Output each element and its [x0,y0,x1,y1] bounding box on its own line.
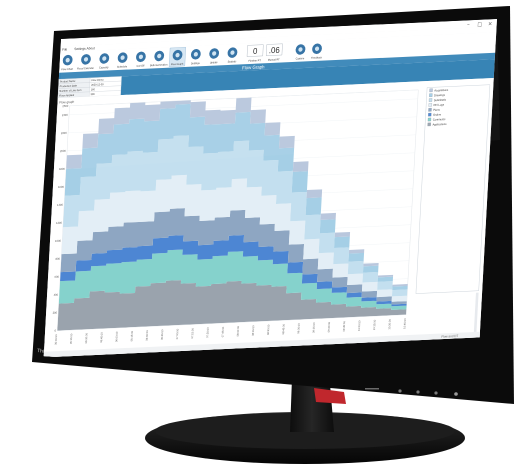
x-tick-label: 09:30:00 [327,321,331,332]
x-tick-label: 08:45:00 [281,323,285,334]
x-tick-label: 08:00:00 [236,325,240,336]
stand-red-accent [314,388,346,404]
x-tick-label: 09:45:00 [342,321,346,332]
x-tick-label: 10:15:00 [372,319,376,330]
x-tick-label: 05:30:00 [84,332,88,343]
y-tick-label: 1200 [56,221,62,225]
x-tick-label: 06:45:00 [160,329,164,340]
x-tick-label: 10:30:00 [387,318,391,329]
x-tick-label: 10:45:00 [402,318,406,329]
x-tick-label: 06:30:00 [145,330,149,341]
x-tick-label: 05:00:00 [54,334,58,345]
y-tick-label: 1400 [57,203,63,207]
x-tick-label: 08:30:00 [266,324,270,335]
x-tick-label: 07:30:00 [205,327,209,338]
x-tick-label: 07:45:00 [220,326,224,337]
x-tick-label: 07:00:00 [175,328,179,339]
x-tick-label: 05:15:00 [69,333,73,344]
x-tick-label: 07:15:00 [190,327,194,338]
status-text: Flow and DT [441,334,458,339]
x-tick-label: 05:45:00 [99,332,103,343]
x-tick-label: 08:15:00 [251,325,255,336]
y-tick-label: 1000 [55,239,61,243]
y-tick-label: 800 [55,257,60,261]
x-tick-label: 09:00:00 [296,323,300,334]
y-tick-label: 1600 [58,185,64,189]
x-tick-label: 06:15:00 [129,330,133,341]
y-tick-label: 200 [53,310,58,314]
x-tick-label: 09:15:00 [311,322,315,333]
y-tick-label: 600 [54,275,59,279]
x-tick-label: 06:00:00 [114,331,118,342]
y-tick-label: 400 [54,293,59,297]
x-tick-label: 10:00:00 [357,320,361,331]
